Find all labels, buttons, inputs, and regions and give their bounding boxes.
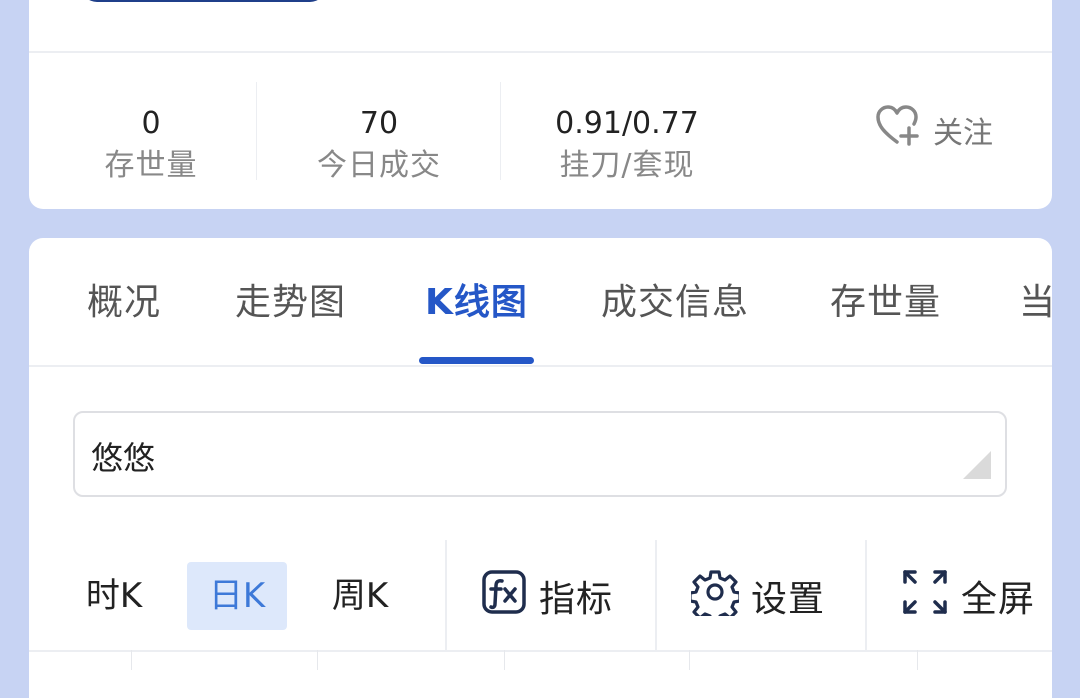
stat-ratio: 0.91/0.77 挂刀/套现 [541, 104, 713, 188]
chart-grid-line [917, 650, 918, 670]
tab-stock[interactable]: 存世量 [830, 278, 941, 328]
toolbar-separator [865, 540, 867, 650]
period-week-k[interactable]: 周K [317, 562, 403, 630]
settings-label: 设置 [751, 579, 826, 620]
indicator-button[interactable]: 指标 [481, 564, 613, 628]
chart-panel: 概况 走势图 K线图 成交信息 存世量 当 悠悠 时K 日K 周K 指标 设置 … [29, 238, 1052, 698]
tab-bar: 概况 走势图 K线图 成交信息 存世量 当 [29, 238, 1052, 367]
divider [29, 365, 1052, 367]
divider [29, 51, 1052, 53]
fx-icon [481, 569, 527, 624]
platform-select[interactable]: 悠悠 [73, 411, 1007, 497]
fullscreen-icon [901, 568, 949, 625]
period-hour-k[interactable]: 时K [71, 562, 157, 630]
chart-grid-line [317, 650, 318, 670]
select-corner-arrow-icon [963, 451, 991, 479]
stat-ratio-value: 0.91/0.77 [555, 106, 699, 141]
stat-stock-label: 存世量 [104, 148, 198, 183]
chart-grid-line [504, 650, 505, 670]
follow-button[interactable]: 关注 [875, 104, 993, 156]
heart-plus-icon [875, 104, 921, 156]
chart-top-border [29, 650, 1052, 652]
indicator-label: 指标 [539, 579, 614, 620]
kline-toolbar: 时K 日K 周K 指标 设置 全屏 [29, 540, 1052, 650]
stat-ratio-label: 挂刀/套现 [559, 148, 695, 183]
stat-today-volume: 70 今日成交 [297, 104, 461, 188]
fullscreen-label: 全屏 [961, 579, 1036, 620]
toolbar-separator [445, 540, 447, 650]
fullscreen-button[interactable]: 全屏 [901, 564, 1035, 628]
toolbar-separator [655, 540, 657, 650]
stat-stock: 0 存世量 [91, 104, 211, 188]
stat-separator [500, 82, 501, 180]
stat-today-volume-value: 70 [359, 106, 399, 141]
platform-select-value: 悠悠 [91, 439, 156, 477]
tab-trend[interactable]: 走势图 [235, 278, 346, 328]
item-summary-card: 0 存世量 70 今日成交 0.91/0.77 挂刀/套现 关注 [29, 0, 1052, 209]
stat-stock-value: 0 [141, 106, 161, 141]
chart-grid-line [131, 650, 132, 670]
stat-separator [256, 82, 257, 180]
top-button-outline[interactable] [81, 0, 326, 2]
tab-trades[interactable]: 成交信息 [601, 278, 749, 328]
chart-grid-line [689, 650, 690, 670]
tab-kline[interactable]: K线图 [425, 278, 528, 328]
tab-current[interactable]: 当 [1019, 278, 1052, 328]
gear-icon [688, 568, 742, 625]
period-day-k[interactable]: 日K [187, 562, 287, 630]
stat-today-volume-label: 今日成交 [317, 148, 441, 183]
settings-button[interactable]: 设置 [688, 564, 826, 628]
tab-overview[interactable]: 概况 [87, 278, 161, 328]
follow-label: 关注 [933, 116, 993, 151]
active-tab-indicator [419, 357, 534, 364]
